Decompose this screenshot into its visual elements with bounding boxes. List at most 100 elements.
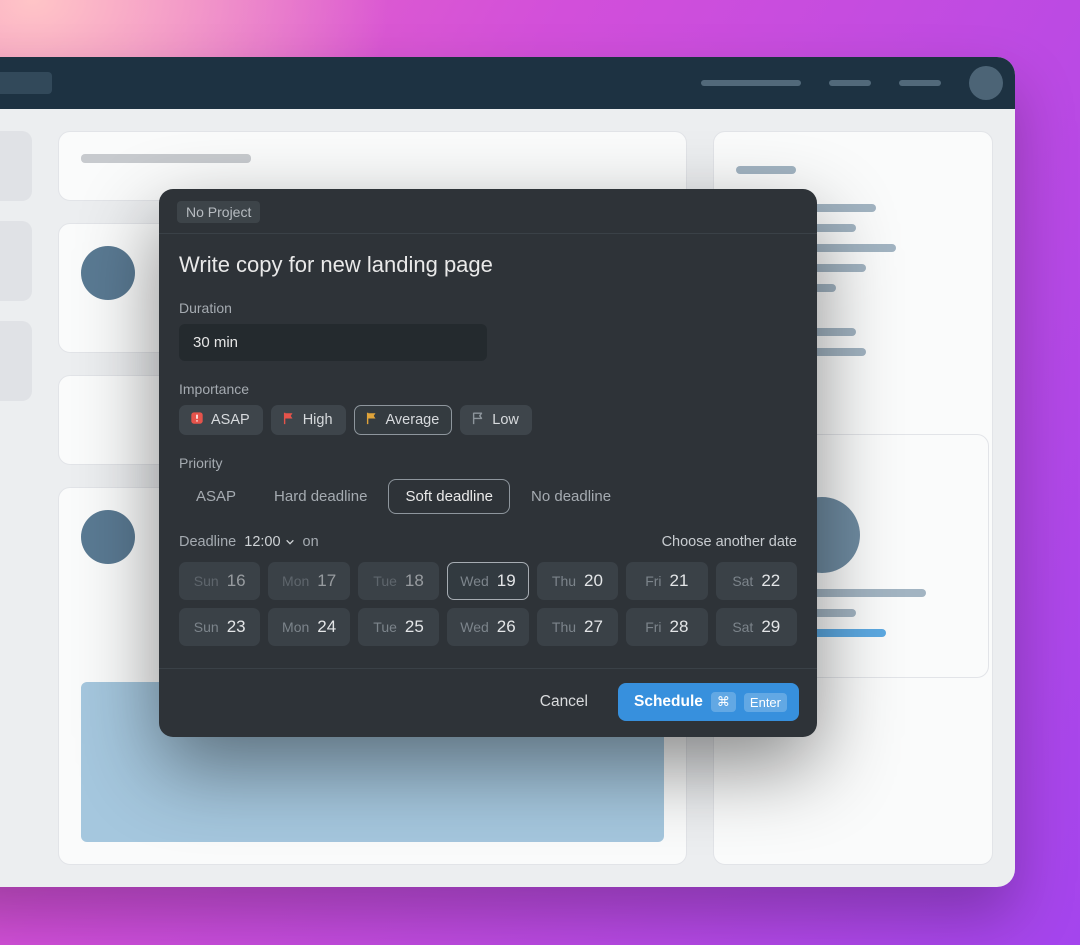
- choose-another-date-link[interactable]: Choose another date: [662, 534, 797, 550]
- priority-option-label: ASAP: [196, 488, 236, 505]
- date-num: 29: [761, 617, 780, 637]
- date-cell-19[interactable]: Wed 19: [447, 562, 528, 600]
- date-num: 21: [670, 571, 689, 591]
- importance-label: Importance: [179, 381, 797, 397]
- date-cell-24[interactable]: Mon 24: [268, 608, 349, 646]
- date-num: 24: [317, 617, 336, 637]
- date-cell-18[interactable]: Tue 18: [358, 562, 439, 600]
- date-num: 28: [670, 617, 689, 637]
- date-num: 18: [405, 571, 424, 591]
- priority-option-label: Hard deadline: [274, 488, 367, 505]
- priority-option-label: No deadline: [531, 488, 611, 505]
- date-cell-20[interactable]: Thu 20: [537, 562, 618, 600]
- date-num: 27: [584, 617, 603, 637]
- importance-option-label: ASAP: [211, 412, 250, 428]
- date-dow: Fri: [645, 619, 661, 635]
- sidebar-block: [0, 221, 32, 301]
- importance-option-low[interactable]: Low: [460, 405, 532, 435]
- deadline-on-label: on: [303, 534, 319, 550]
- date-dow: Wed: [460, 573, 489, 589]
- priority-option-hard-deadline[interactable]: Hard deadline: [257, 479, 384, 514]
- date-dow: Sun: [194, 619, 219, 635]
- project-chip[interactable]: No Project: [177, 201, 260, 223]
- importance-option-high[interactable]: High: [271, 405, 346, 435]
- modal-footer: Cancel Schedule ⌘ Enter: [159, 668, 817, 737]
- sidebar: [0, 131, 32, 865]
- avatar: [969, 66, 1003, 100]
- flag-icon: [365, 411, 379, 429]
- priority-option-asap[interactable]: ASAP: [179, 479, 253, 514]
- date-dow: Sun: [194, 573, 219, 589]
- date-cell-27[interactable]: Thu 27: [537, 608, 618, 646]
- placeholder-line: [736, 166, 796, 174]
- date-dow: Wed: [460, 619, 489, 635]
- date-cell-16[interactable]: Sun 16: [179, 562, 260, 600]
- date-cell-23[interactable]: Sun 23: [179, 608, 260, 646]
- date-dow: Thu: [552, 573, 576, 589]
- duration-label: Duration: [179, 300, 797, 316]
- priority-option-label: Soft deadline: [405, 488, 493, 505]
- date-dow: Mon: [282, 619, 309, 635]
- date-dow: Sat: [732, 573, 753, 589]
- cancel-button[interactable]: Cancel: [526, 683, 602, 721]
- schedule-task-modal: No Project Write copy for new landing pa…: [159, 189, 817, 737]
- importance-option-label: High: [303, 412, 333, 428]
- date-dow: Fri: [645, 573, 661, 589]
- deadline-label: Deadline: [179, 534, 236, 550]
- date-cell-28[interactable]: Fri 28: [626, 608, 707, 646]
- header-placeholder: [829, 80, 871, 86]
- date-cell-22[interactable]: Sat 22: [716, 562, 797, 600]
- flag-icon: [282, 411, 296, 429]
- shortcut-key-badge: Enter: [744, 693, 787, 712]
- flag-icon: [190, 411, 204, 429]
- priority-option-soft-deadline[interactable]: Soft deadline: [388, 479, 510, 514]
- schedule-button-label: Schedule: [634, 693, 703, 711]
- sidebar-block: [0, 321, 32, 401]
- date-num: 20: [584, 571, 603, 591]
- date-dow: Mon: [282, 573, 309, 589]
- date-dow: Thu: [552, 619, 576, 635]
- date-grid: Sun 16 Mon 17 Tue 18 Wed 19 Thu 20 Fri 21 Sat 22 Sun 23…: [179, 562, 797, 646]
- date-num: 23: [227, 617, 246, 637]
- placeholder-circle: [81, 246, 135, 300]
- date-cell-26[interactable]: Wed 26: [447, 608, 528, 646]
- importance-option-label: Average: [386, 412, 440, 428]
- flag-icon: [471, 411, 485, 429]
- date-dow: Tue: [373, 573, 397, 589]
- priority-label: Priority: [179, 455, 797, 471]
- deadline-time-value: 12:00: [244, 534, 280, 550]
- date-num: 19: [497, 571, 516, 591]
- shortcut-modifier-badge: ⌘: [711, 692, 736, 712]
- date-cell-21[interactable]: Fri 21: [626, 562, 707, 600]
- duration-input[interactable]: [179, 324, 487, 361]
- deadline-row: Deadline 12:00 on Choose another date: [179, 534, 797, 550]
- priority-section: Priority ASAP Hard deadline Soft deadline N…: [179, 455, 797, 514]
- date-num: 17: [317, 571, 336, 591]
- duration-section: Duration: [179, 300, 797, 361]
- importance-option-label: Low: [492, 412, 519, 428]
- importance-option-average[interactable]: Average: [354, 405, 453, 435]
- date-dow: Sat: [732, 619, 753, 635]
- date-num: 16: [227, 571, 246, 591]
- deadline-time-picker[interactable]: 12:00: [244, 534, 294, 550]
- date-num: 25: [405, 617, 424, 637]
- date-num: 26: [497, 617, 516, 637]
- date-cell-25[interactable]: Tue 25: [358, 608, 439, 646]
- date-cell-29[interactable]: Sat 29: [716, 608, 797, 646]
- importance-section: Importance ASAP High Average Low: [179, 381, 797, 435]
- date-cell-17[interactable]: Mon 17: [268, 562, 349, 600]
- date-dow: Tue: [373, 619, 397, 635]
- task-title: Write copy for new landing page: [179, 252, 797, 278]
- app-header: [0, 57, 1015, 109]
- header-placeholder: [701, 80, 801, 86]
- chevron-down-icon: [285, 537, 295, 547]
- placeholder-line: [81, 154, 251, 163]
- importance-option-asap[interactable]: ASAP: [179, 405, 263, 435]
- modal-header: No Project: [159, 189, 817, 234]
- schedule-button[interactable]: Schedule ⌘ Enter: [618, 683, 799, 721]
- header-placeholder: [899, 80, 941, 86]
- priority-option-no-deadline[interactable]: No deadline: [514, 479, 628, 514]
- placeholder-circle: [81, 510, 135, 564]
- app-header-pill: [0, 72, 52, 94]
- date-num: 22: [761, 571, 780, 591]
